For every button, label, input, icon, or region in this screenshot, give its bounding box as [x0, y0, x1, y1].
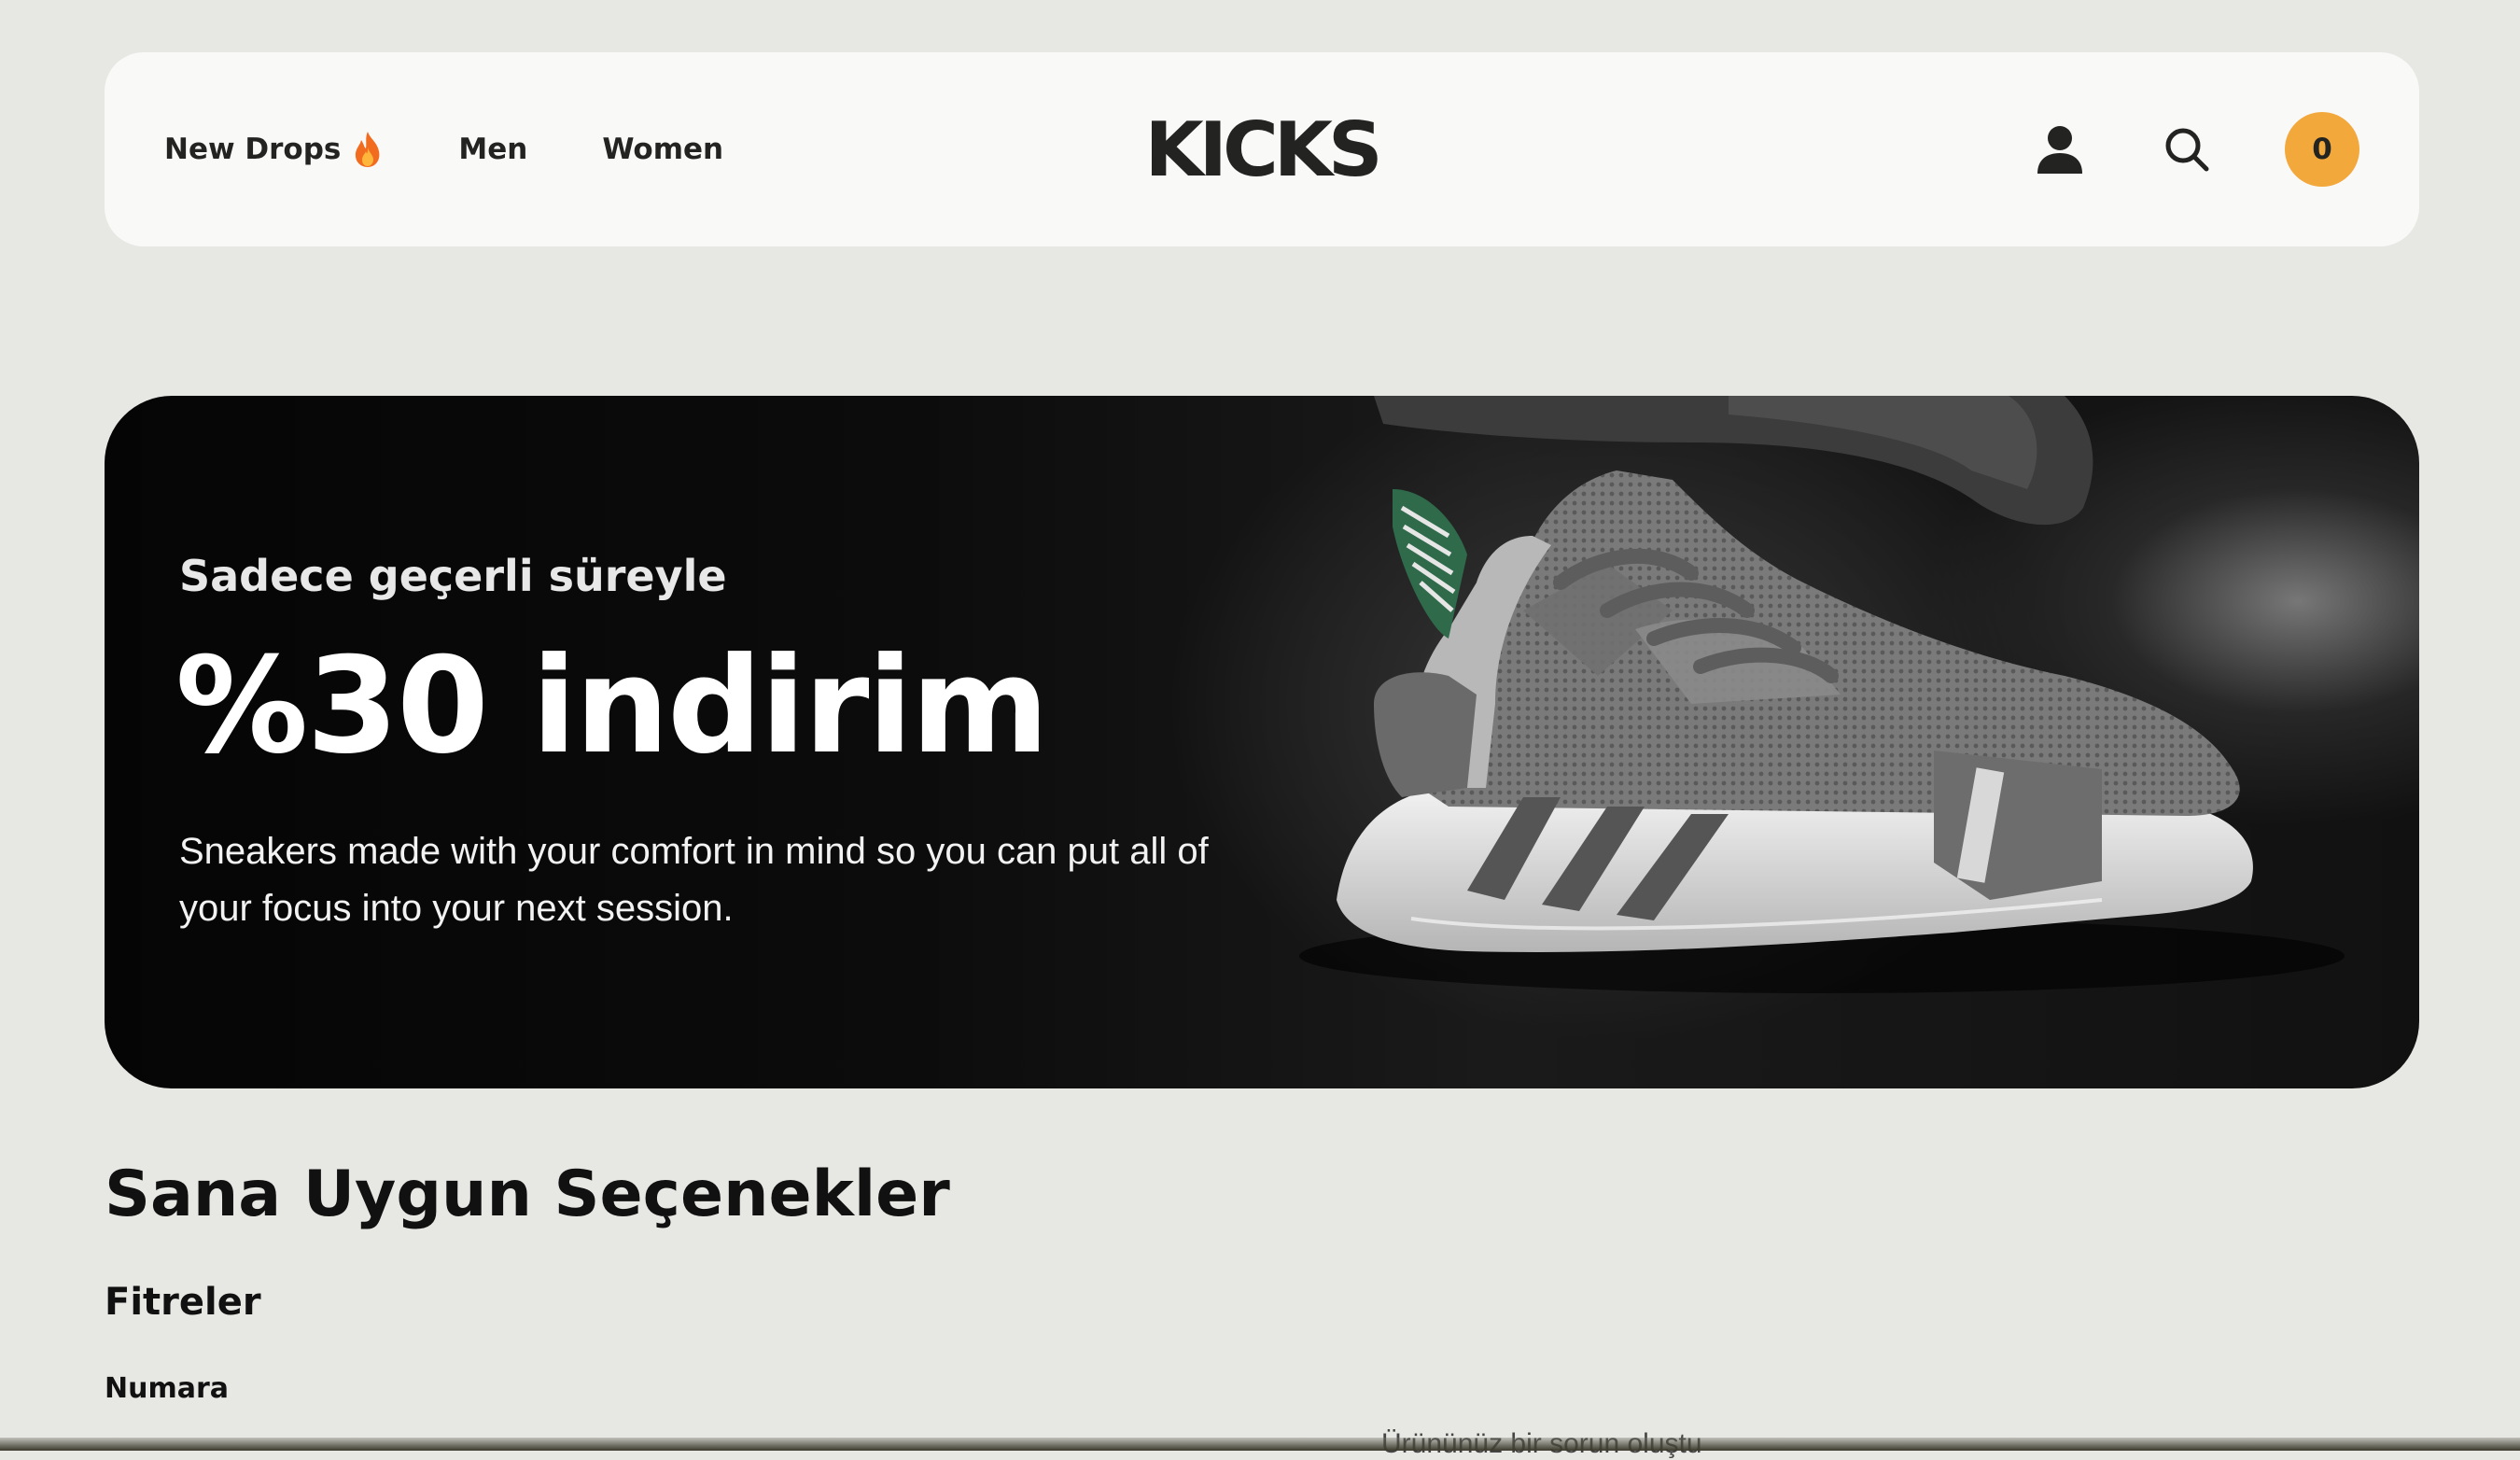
- filters-title: Fitreler: [105, 1281, 261, 1324]
- hero-title: %30 indirim: [175, 629, 1049, 783]
- navbar: New Drops Men Women KICKS 0: [105, 52, 2419, 246]
- logo-text[interactable]: KICKS: [1145, 106, 1383, 193]
- cart-button[interactable]: 0: [2285, 112, 2359, 187]
- window-bottom-edge: [0, 1438, 2520, 1451]
- section-title: Sana Uygun Seçenekler: [105, 1158, 950, 1231]
- user-icon[interactable]: [2027, 117, 2093, 182]
- hero-banner: Sadece geçerli süreyle %30 indirim Sneak…: [105, 396, 2419, 1088]
- hero-description: Sneakers made with your comfort in mind …: [179, 831, 1209, 929]
- search-icon[interactable]: [2154, 117, 2219, 182]
- filter-size-label[interactable]: Numara: [105, 1372, 229, 1405]
- sneaker-product-image: [1299, 396, 2345, 993]
- nav-icons: 0: [1966, 52, 2359, 246]
- hero-subtitle: Sadece geçerli süreyle: [179, 551, 727, 601]
